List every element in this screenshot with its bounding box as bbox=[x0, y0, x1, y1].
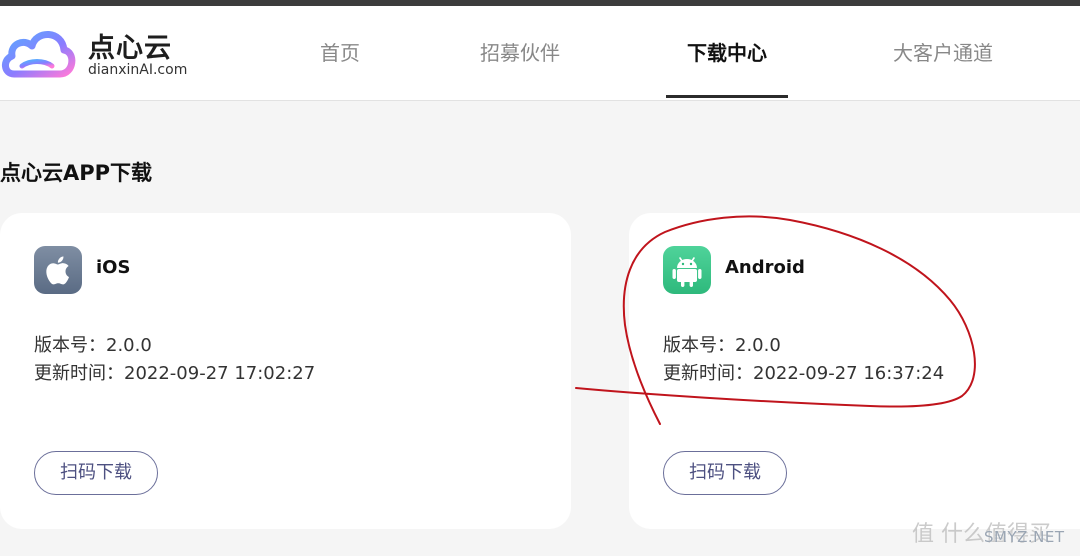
platform-name: Android bbox=[725, 257, 805, 278]
apple-icon bbox=[34, 246, 82, 294]
nav-item-recruit-partners[interactable]: 招募伙伴 bbox=[460, 6, 580, 100]
nav-item-label: 首页 bbox=[320, 41, 360, 65]
brand-domain: dianxinAI.com bbox=[88, 62, 188, 78]
update-time-text: 更新时间：2022-09-27 16:37:24 bbox=[663, 363, 945, 384]
nav-item-download-center[interactable]: 下载中心 bbox=[666, 6, 788, 100]
brand-name: 点心云 bbox=[88, 33, 172, 64]
nav-item-enterprise-channel[interactable]: 大客户通道 bbox=[880, 6, 1006, 100]
brand-logo[interactable]: 点心云 dianxinAI.com bbox=[0, 20, 190, 86]
android-download-card: Android 版本号：2.0.0 更新时间：2022-09-27 16:37:… bbox=[629, 213, 1080, 529]
ios-scan-download-button[interactable]: 扫码下载 bbox=[34, 451, 158, 495]
cloud-logo-icon bbox=[2, 31, 76, 78]
nav-item-label: 下载中心 bbox=[687, 41, 767, 65]
active-tab-indicator bbox=[666, 95, 788, 98]
main-nav: 首页 招募伙伴 下载中心 大客户通道 bbox=[270, 6, 1080, 100]
section-title: 点心云APP下载 bbox=[0, 161, 153, 185]
android-scan-download-button[interactable]: 扫码下载 bbox=[663, 451, 787, 495]
nav-item-label: 大客户通道 bbox=[893, 41, 993, 65]
nav-item-label: 招募伙伴 bbox=[480, 41, 560, 65]
site-header: 点心云 dianxinAI.com 首页 招募伙伴 下载中心 大客户通道 bbox=[0, 6, 1080, 101]
version-text: 版本号：2.0.0 bbox=[34, 335, 152, 356]
version-text: 版本号：2.0.0 bbox=[663, 335, 781, 356]
update-time-text: 更新时间：2022-09-27 17:02:27 bbox=[34, 363, 316, 384]
nav-item-home[interactable]: 首页 bbox=[300, 6, 380, 100]
android-icon bbox=[663, 246, 711, 294]
platform-name: iOS bbox=[96, 257, 131, 278]
site-watermark: SMYZ.NET bbox=[984, 528, 1065, 546]
ios-download-card: iOS 版本号：2.0.0 更新时间：2022-09-27 17:02:27 扫… bbox=[0, 213, 571, 529]
